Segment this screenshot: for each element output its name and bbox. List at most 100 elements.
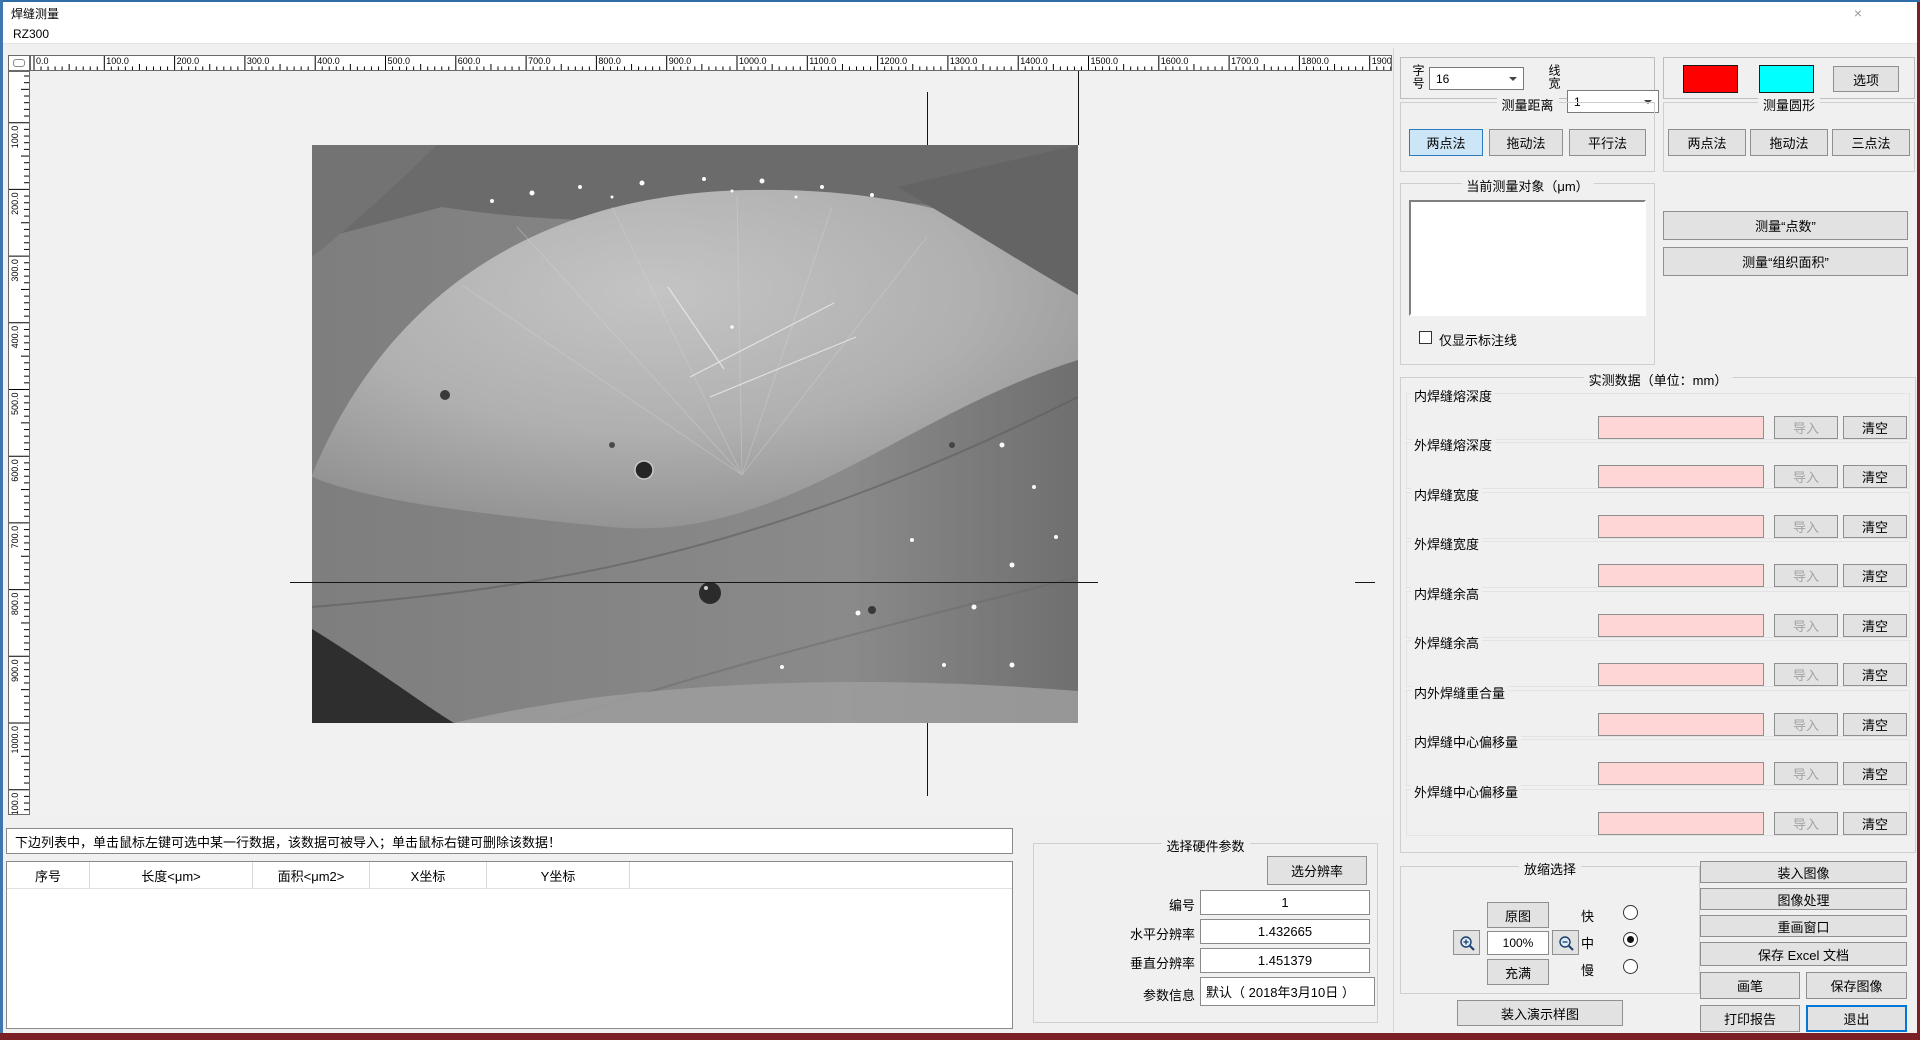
param-info-field[interactable]: 默认（ 2018年3月10日 ） [1200, 977, 1375, 1006]
measured-value-field[interactable] [1598, 713, 1764, 736]
distance-drag-button[interactable]: 拖动法 [1489, 129, 1563, 156]
import-button[interactable]: 导入 [1774, 515, 1838, 538]
font-size-value: 16 [1436, 72, 1449, 86]
col-x[interactable]: X坐标 [370, 862, 487, 888]
chevron-down-icon [1509, 77, 1517, 85]
speed-slow-label: 慢 [1581, 960, 1594, 979]
col-y[interactable]: Y坐标 [487, 862, 630, 888]
options-button[interactable]: 选项 [1833, 66, 1899, 92]
measured-value-field[interactable] [1598, 663, 1764, 686]
clear-button[interactable]: 清空 [1843, 416, 1907, 439]
clear-button[interactable]: 清空 [1843, 614, 1907, 637]
load-demo-button[interactable]: 装入演示样图 [1457, 1000, 1623, 1026]
circle-two-point-button[interactable]: 两点法 [1668, 129, 1746, 156]
distance-parallel-button[interactable]: 平行法 [1569, 129, 1646, 156]
print-report-button[interactable]: 打印报告 [1700, 1005, 1800, 1032]
svg-text:300.0: 300.0 [10, 259, 20, 282]
desktop-edge-bottom [0, 1033, 1920, 1040]
circle-drag-button[interactable]: 拖动法 [1750, 129, 1828, 156]
measure-area-button[interactable]: 测量“组织面积” [1663, 247, 1908, 276]
import-button[interactable]: 导入 [1774, 762, 1838, 785]
font-size-select[interactable]: 16 [1429, 67, 1524, 90]
measured-value-field[interactable] [1598, 614, 1764, 637]
col-area[interactable]: 面积<μm2> [253, 862, 370, 888]
zoom-out-button[interactable] [1552, 930, 1579, 955]
clear-button[interactable]: 清空 [1843, 465, 1907, 488]
circle-three-point-button[interactable]: 三点法 [1832, 129, 1910, 156]
clear-button[interactable]: 清空 [1843, 515, 1907, 538]
measured-value-field[interactable] [1598, 416, 1764, 439]
redraw-window-button[interactable]: 重画窗口 [1700, 915, 1907, 937]
distance-two-point-button[interactable]: 两点法 [1409, 129, 1483, 156]
speed-fast-radio[interactable] [1623, 905, 1638, 920]
measured-value-field[interactable] [1598, 515, 1764, 538]
measured-row: 内焊缝中心偏移量 导入 清空 [1406, 739, 1910, 786]
current-object-listbox[interactable] [1409, 200, 1646, 316]
v-resolution-label: 垂直分辨率 [1105, 953, 1195, 972]
measured-row-label: 外焊缝中心偏移量 [1411, 782, 1521, 801]
pen-button[interactable]: 画笔 [1700, 972, 1800, 999]
measured-value-field[interactable] [1598, 812, 1764, 835]
import-button[interactable]: 导入 [1774, 812, 1838, 835]
svg-text:500.0: 500.0 [10, 393, 20, 416]
clear-button[interactable]: 清空 [1843, 812, 1907, 835]
measured-value-field[interactable] [1598, 762, 1764, 785]
serial-field[interactable]: 1 [1200, 890, 1370, 915]
line-width-label: 线宽 [1547, 64, 1561, 90]
v-resolution-field[interactable]: 1.451379 [1200, 948, 1370, 973]
measured-row: 外焊缝余高 导入 清空 [1406, 640, 1910, 687]
save-image-button[interactable]: 保存图像 [1806, 972, 1907, 999]
speed-medium-radio[interactable] [1623, 932, 1638, 947]
import-button[interactable]: 导入 [1774, 416, 1838, 439]
h-resolution-label: 水平分辨率 [1105, 924, 1195, 943]
table-header-row: 序号 长度<μm> 面积<μm2> X坐标 Y坐标 [7, 862, 1012, 889]
list-hint-text: 下边列表中，单击鼠标左键可选中某一行数据，该数据可被导入；单击鼠标右键可删除该数… [15, 832, 561, 851]
guide-line-vertical-bottom [927, 723, 928, 796]
weld-image[interactable] [312, 145, 1078, 723]
measured-row-label: 内外焊缝重合量 [1411, 683, 1508, 702]
measured-value-field[interactable] [1598, 564, 1764, 587]
svg-text:200.0: 200.0 [177, 56, 200, 66]
zoom-in-button[interactable] [1453, 930, 1480, 955]
clear-button[interactable]: 清空 [1843, 663, 1907, 686]
import-button[interactable]: 导入 [1774, 663, 1838, 686]
svg-text:500.0: 500.0 [388, 56, 411, 66]
primary-color-swatch[interactable] [1683, 65, 1738, 93]
zoom-group: 放缩选择 原图 100% 充满 快 中 慢 [1400, 866, 1700, 994]
data-table[interactable]: 序号 长度<μm> 面积<μm2> X坐标 Y坐标 [6, 861, 1013, 1029]
load-image-button[interactable]: 装入图像 [1700, 861, 1907, 883]
secondary-color-swatch[interactable] [1759, 65, 1814, 93]
show-annotation-checkbox[interactable] [1419, 331, 1432, 344]
measured-value-field[interactable] [1598, 465, 1764, 488]
svg-text:800.0: 800.0 [10, 593, 20, 616]
list-hint-bar: 下边列表中，单击鼠标左键可选中某一行数据，该数据可被导入；单击鼠标右键可删除该数… [6, 828, 1013, 854]
zoom-in-icon [1458, 934, 1476, 952]
fit-button[interactable]: 充满 [1487, 959, 1549, 985]
clear-button[interactable]: 清空 [1843, 762, 1907, 785]
zoom-percent-field[interactable]: 100% [1487, 931, 1549, 955]
measure-points-button[interactable]: 测量“点数” [1663, 211, 1908, 240]
col-length[interactable]: 长度<μm> [90, 862, 253, 888]
guide-tick-right [1355, 582, 1375, 583]
svg-text:700.0: 700.0 [10, 526, 20, 549]
h-resolution-field[interactable]: 1.432665 [1200, 919, 1370, 944]
menu-rz300[interactable]: RZ300 [3, 27, 59, 41]
speed-slow-radio[interactable] [1623, 959, 1638, 974]
col-index[interactable]: 序号 [7, 862, 90, 888]
measured-data-title: 实测数据（单位：mm） [1584, 370, 1733, 389]
measure-distance-title: 测量距离 [1496, 95, 1558, 114]
close-icon[interactable]: × [1841, 2, 1875, 24]
clear-button[interactable]: 清空 [1843, 564, 1907, 587]
import-button[interactable]: 导入 [1774, 465, 1838, 488]
import-button[interactable]: 导入 [1774, 614, 1838, 637]
title-bar: 焊缝测量 × [3, 2, 1917, 24]
clear-button[interactable]: 清空 [1843, 713, 1907, 736]
save-excel-button[interactable]: 保存 Excel 文档 [1700, 942, 1907, 966]
exit-button[interactable]: 退出 [1806, 1005, 1907, 1032]
original-size-button[interactable]: 原图 [1487, 902, 1549, 928]
process-image-button[interactable]: 图像处理 [1700, 888, 1907, 910]
svg-text:1000.0: 1000.0 [739, 56, 767, 66]
select-resolution-button[interactable]: 选分辨率 [1267, 856, 1367, 885]
import-button[interactable]: 导入 [1774, 564, 1838, 587]
import-button[interactable]: 导入 [1774, 713, 1838, 736]
